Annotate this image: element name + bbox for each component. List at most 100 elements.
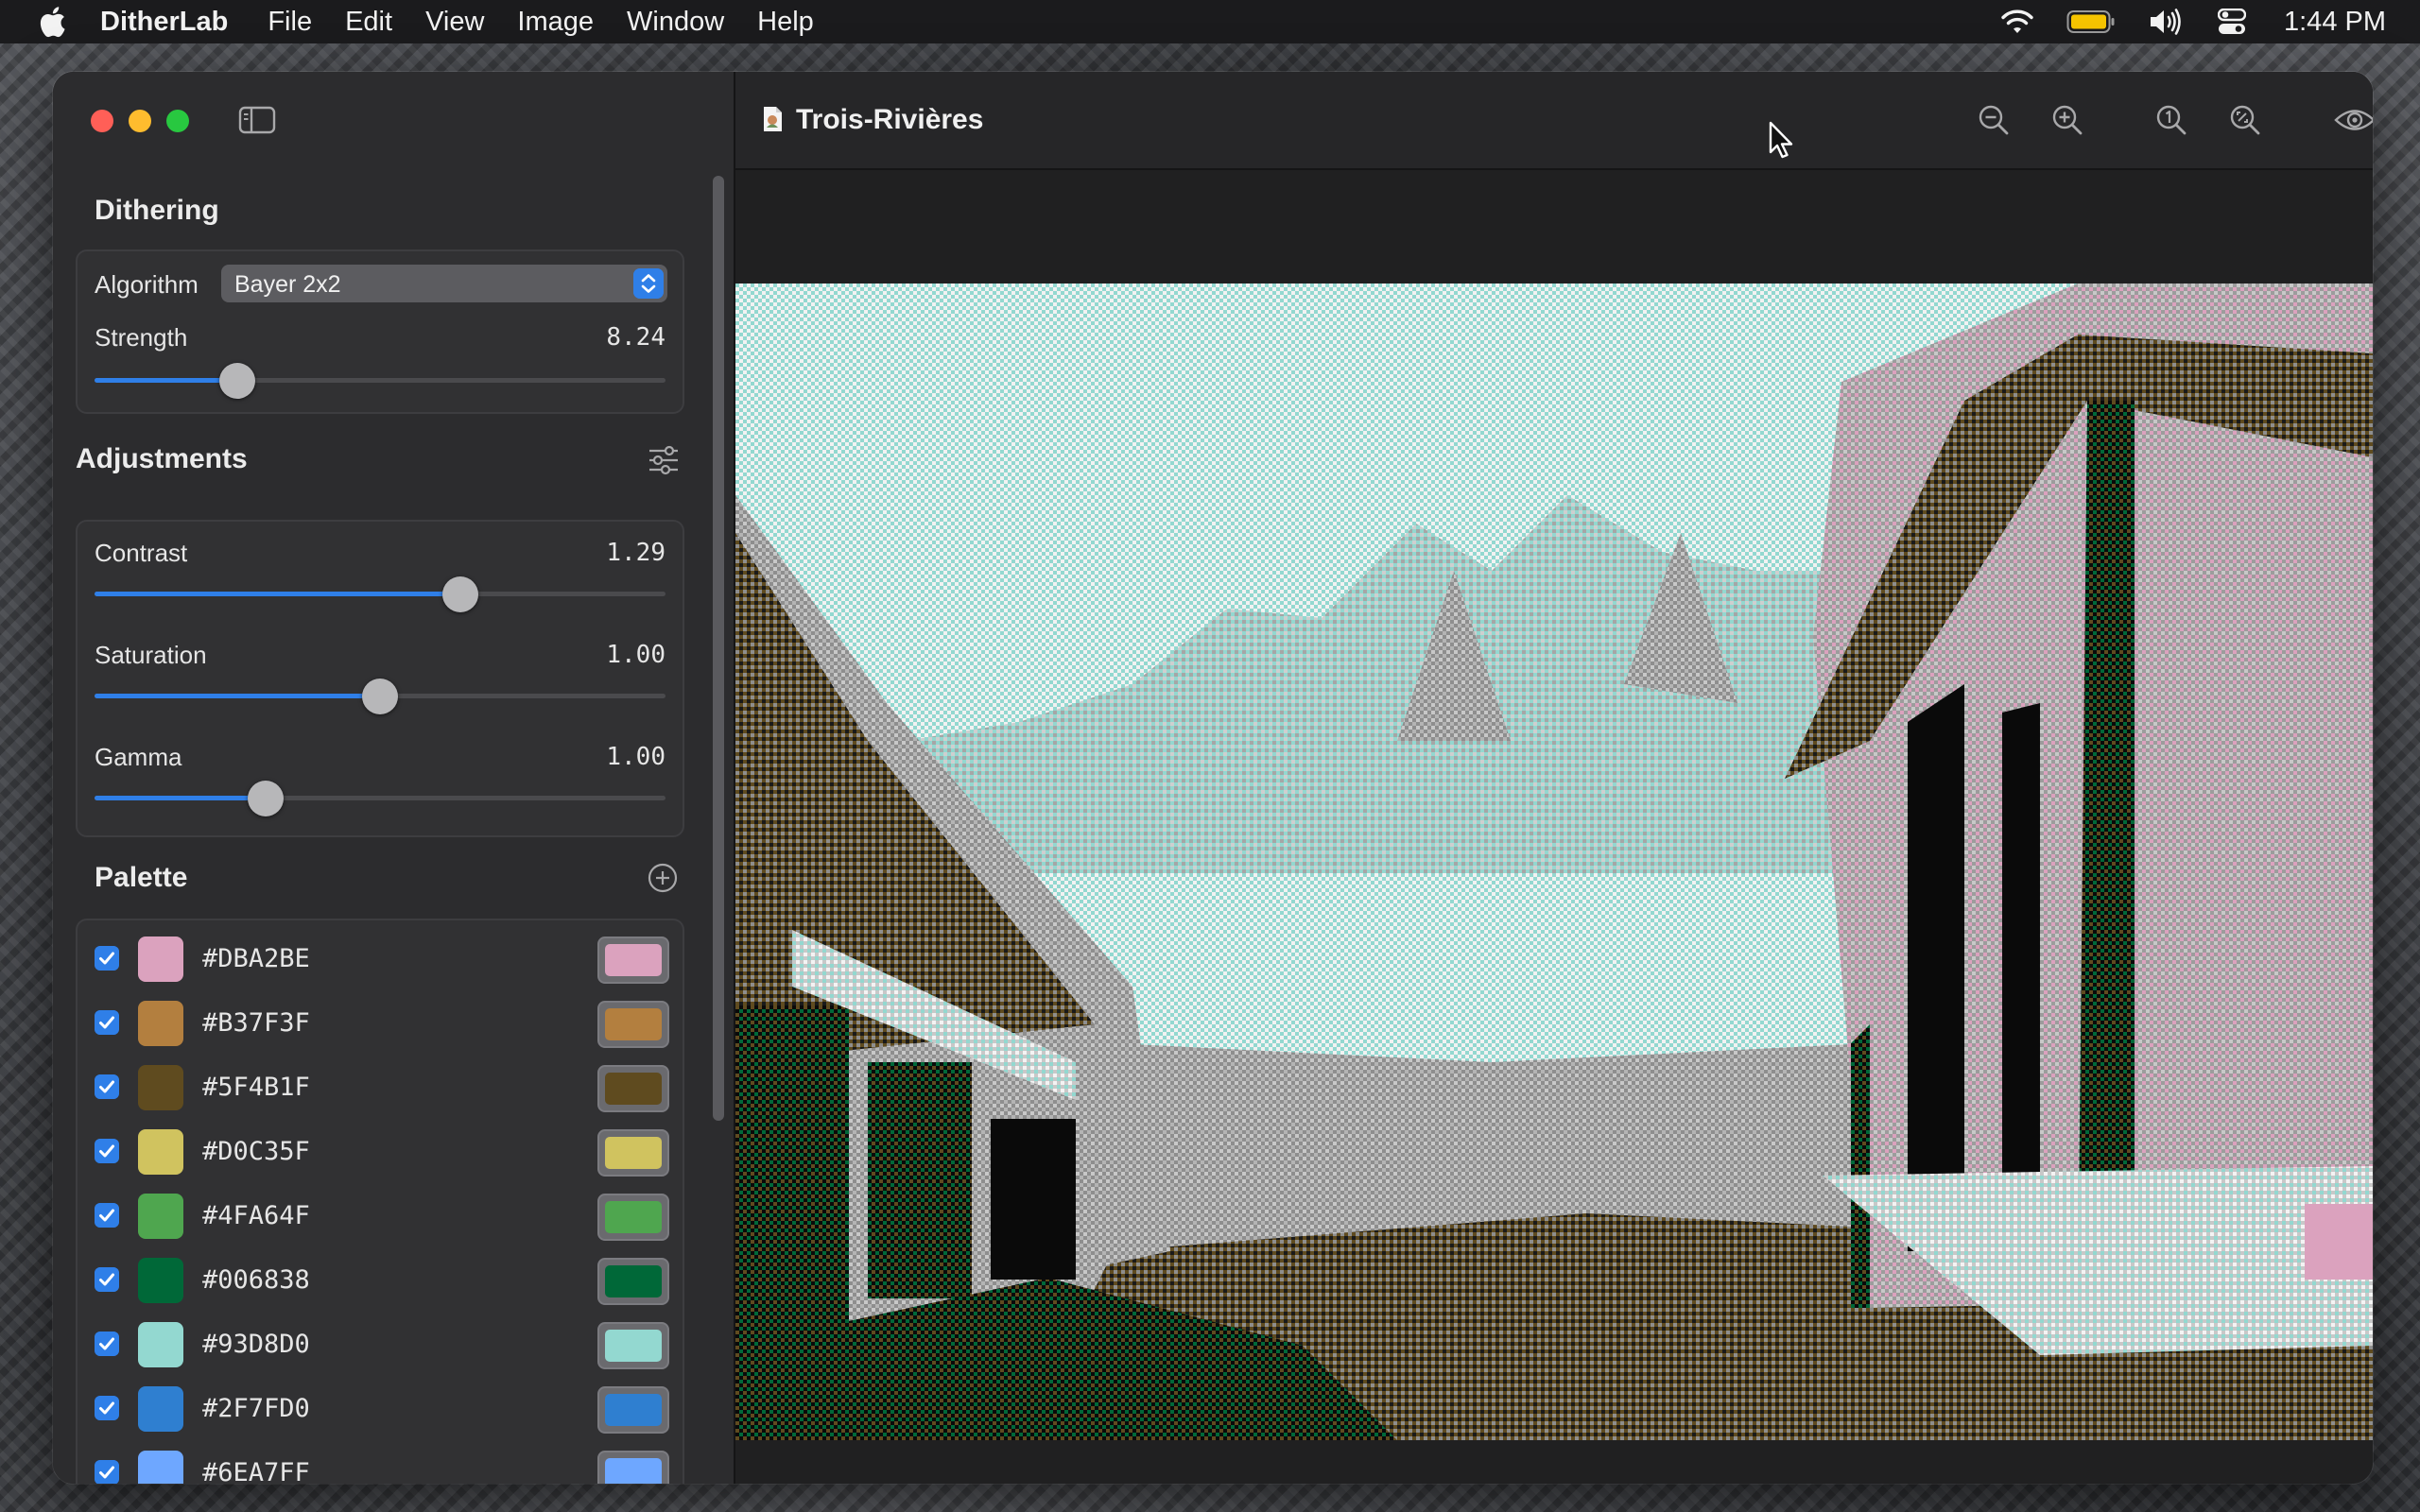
gamma-slider[interactable] bbox=[95, 781, 666, 816]
palette-color-checkbox[interactable] bbox=[95, 1332, 119, 1356]
actual-size-icon[interactable] bbox=[2153, 102, 2189, 138]
palette-color-well[interactable] bbox=[597, 1386, 669, 1434]
menu-help[interactable]: Help bbox=[757, 7, 814, 38]
palette-color-well[interactable] bbox=[597, 1001, 669, 1048]
contrast-label: Contrast bbox=[95, 539, 188, 567]
zoom-to-fit-icon[interactable] bbox=[2227, 102, 2263, 138]
dithering-card: Algorithm Bayer 2x2 Strength 8.24 bbox=[76, 249, 684, 414]
palette-color-swatch bbox=[138, 1194, 183, 1239]
close-window-button[interactable] bbox=[91, 110, 113, 132]
menu-clock[interactable]: 1:44 PM bbox=[2284, 7, 2386, 38]
sidebar: Dithering Algorithm Bayer 2x2 Strength 8… bbox=[53, 72, 735, 1484]
apple-menu-icon[interactable] bbox=[38, 6, 66, 38]
slider-knob[interactable] bbox=[219, 363, 255, 399]
dithered-image bbox=[735, 212, 2373, 1440]
slider-fill bbox=[95, 378, 237, 383]
palette-row: #2F7FD0 bbox=[78, 1376, 683, 1438]
color-well-fill bbox=[605, 1330, 662, 1362]
menu-bar: DitherLab File Edit View Image Window He… bbox=[0, 0, 2420, 43]
palette-color-checkbox[interactable] bbox=[95, 1460, 119, 1484]
color-well-fill bbox=[605, 944, 662, 976]
palette-color-checkbox[interactable] bbox=[95, 946, 119, 971]
palette-color-hex: #D0C35F bbox=[202, 1137, 310, 1166]
palette-color-well[interactable] bbox=[597, 1322, 669, 1369]
palette-color-checkbox[interactable] bbox=[95, 1010, 119, 1035]
palette-row: #93D8D0 bbox=[78, 1312, 683, 1374]
zoom-in-icon[interactable] bbox=[2049, 102, 2085, 138]
app-window: Dithering Algorithm Bayer 2x2 Strength 8… bbox=[53, 72, 2373, 1484]
saturation-value: 1.00 bbox=[606, 641, 666, 669]
menu-image[interactable]: Image bbox=[517, 7, 594, 38]
content-area: Trois-Rivières bbox=[735, 72, 2373, 1484]
palette-color-well[interactable] bbox=[597, 1065, 669, 1112]
palette-color-well[interactable] bbox=[597, 1194, 669, 1241]
status-area: 1:44 PM bbox=[1968, 0, 2386, 43]
zoom-window-button[interactable] bbox=[166, 110, 189, 132]
palette-list: #DBA2BE #B37F3F #5F4B1F #D0C35F #4FA64F #0068… bbox=[76, 919, 684, 1484]
algorithm-select[interactable]: Bayer 2x2 bbox=[221, 265, 667, 302]
slider-fill bbox=[95, 592, 460, 596]
wifi-icon[interactable] bbox=[2000, 9, 2034, 35]
sidebar-scrollbar[interactable] bbox=[713, 176, 724, 1121]
adjustments-section-title: Adjustments bbox=[76, 443, 248, 474]
algorithm-selected-value: Bayer 2x2 bbox=[234, 271, 341, 298]
preview-eye-icon[interactable] bbox=[2333, 102, 2373, 138]
document-icon bbox=[764, 107, 782, 131]
palette-color-swatch bbox=[138, 1258, 183, 1303]
palette-color-well[interactable] bbox=[597, 1451, 669, 1484]
gamma-label: Gamma bbox=[95, 743, 182, 771]
color-well-fill bbox=[605, 1073, 662, 1105]
zoom-out-icon[interactable] bbox=[1976, 102, 2012, 138]
palette-color-hex: #93D8D0 bbox=[202, 1330, 310, 1359]
menu-file[interactable]: File bbox=[268, 7, 312, 38]
palette-row: #5F4B1F bbox=[78, 1055, 683, 1117]
color-well-fill bbox=[605, 1008, 662, 1040]
slider-knob[interactable] bbox=[248, 781, 285, 816]
slider-fill bbox=[95, 694, 380, 698]
palette-color-hex: #006838 bbox=[202, 1265, 310, 1295]
saturation-slider[interactable] bbox=[95, 679, 666, 714]
image-canvas[interactable] bbox=[735, 212, 2373, 1440]
palette-color-checkbox[interactable] bbox=[95, 1203, 119, 1228]
palette-color-checkbox[interactable] bbox=[95, 1139, 119, 1163]
adjustments-card: Contrast 1.29 Saturation 1.00 Gamma 1.00 bbox=[76, 520, 684, 837]
palette-row: #6EA7FF bbox=[78, 1440, 683, 1484]
palette-color-well[interactable] bbox=[597, 1258, 669, 1305]
contrast-slider[interactable] bbox=[95, 576, 666, 612]
volume-icon[interactable] bbox=[2148, 8, 2186, 36]
palette-color-swatch bbox=[138, 1322, 183, 1367]
palette-color-hex: #4FA64F bbox=[202, 1201, 310, 1230]
slider-fill bbox=[95, 796, 267, 800]
contrast-value: 1.29 bbox=[606, 539, 666, 567]
palette-color-well[interactable] bbox=[597, 936, 669, 984]
minimize-window-button[interactable] bbox=[129, 110, 151, 132]
algorithm-label: Algorithm bbox=[95, 270, 199, 299]
palette-color-swatch bbox=[138, 1065, 183, 1110]
window-controls bbox=[91, 110, 204, 132]
color-well-fill bbox=[605, 1137, 662, 1169]
saturation-label: Saturation bbox=[95, 641, 207, 669]
battery-icon[interactable] bbox=[2066, 9, 2116, 34]
add-color-icon[interactable] bbox=[647, 862, 679, 894]
mouse-pointer-icon bbox=[1769, 121, 1793, 159]
strength-slider[interactable] bbox=[95, 363, 666, 399]
slider-knob[interactable] bbox=[441, 576, 478, 612]
control-center-icon[interactable] bbox=[2218, 9, 2246, 35]
sliders-icon[interactable] bbox=[647, 444, 681, 476]
palette-color-checkbox[interactable] bbox=[95, 1074, 119, 1099]
color-well-fill bbox=[605, 1265, 662, 1297]
gamma-value: 1.00 bbox=[606, 743, 666, 771]
palette-color-checkbox[interactable] bbox=[95, 1396, 119, 1420]
palette-color-well[interactable] bbox=[597, 1129, 669, 1177]
menu-edit[interactable]: Edit bbox=[345, 7, 392, 38]
menu-app-name[interactable]: DitherLab bbox=[100, 7, 228, 38]
menu-window[interactable]: Window bbox=[627, 7, 724, 38]
slider-knob[interactable] bbox=[362, 679, 398, 714]
palette-color-swatch bbox=[138, 936, 183, 982]
palette-color-checkbox[interactable] bbox=[95, 1267, 119, 1292]
sidebar-toggle-icon[interactable] bbox=[238, 104, 276, 136]
palette-color-hex: #6EA7FF bbox=[202, 1458, 310, 1484]
palette-color-hex: #DBA2BE bbox=[202, 944, 310, 973]
palette-row: #4FA64F bbox=[78, 1183, 683, 1246]
menu-view[interactable]: View bbox=[425, 7, 484, 38]
